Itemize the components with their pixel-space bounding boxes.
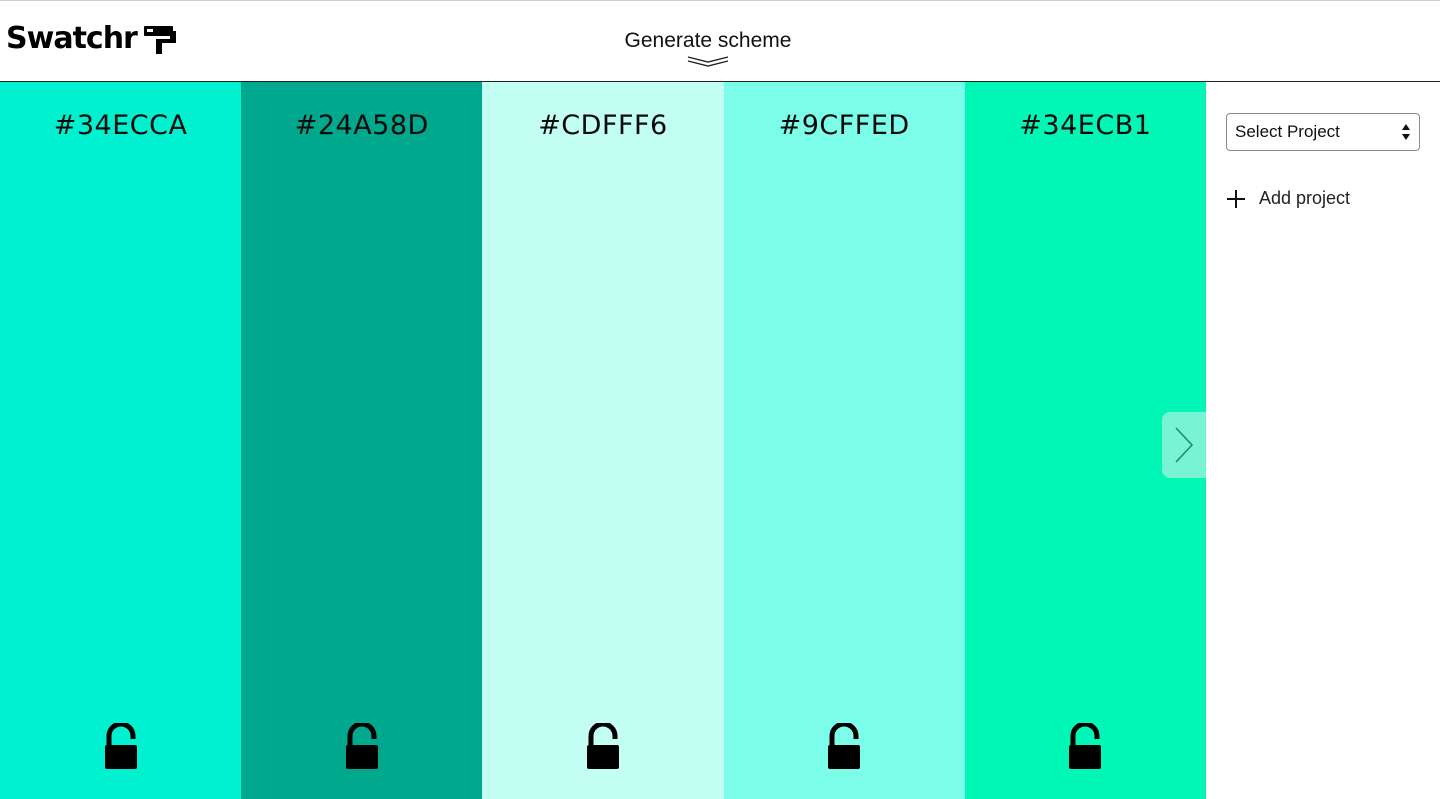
next-palette-button[interactable] <box>1162 412 1206 478</box>
unlocked-padlock-icon <box>104 723 137 769</box>
lock-toggle[interactable] <box>103 723 139 771</box>
add-project-label: Add project <box>1259 188 1351 208</box>
double-chevron-down-icon <box>687 56 729 67</box>
app-name: Swatchr <box>6 21 138 56</box>
paint-roller-icon <box>143 26 176 54</box>
unlocked-padlock-icon <box>586 723 619 769</box>
hex-code[interactable]: #34ECB1 <box>965 110 1206 141</box>
hex-code[interactable]: #9CFFED <box>724 110 965 141</box>
add-project-button[interactable]: Add project <box>1226 188 1350 209</box>
select-project-dropdown[interactable]: Select Project <box>1226 113 1420 151</box>
lock-toggle[interactable] <box>1067 723 1103 771</box>
generate-scheme-label: Generate scheme <box>624 29 792 52</box>
color-swatch[interactable]: #CDFFF6 <box>482 82 724 799</box>
hex-code[interactable]: #24A58D <box>241 110 482 141</box>
hex-code[interactable]: #CDFFF6 <box>482 110 723 141</box>
project-sidebar: Select Project Add project <box>1206 82 1440 799</box>
generate-scheme-button[interactable]: Generate scheme <box>560 29 856 67</box>
unlocked-padlock-icon <box>828 723 861 769</box>
lock-toggle[interactable] <box>585 723 621 771</box>
app-logo[interactable]: Swatchr <box>6 19 177 59</box>
unlocked-padlock-icon <box>345 723 378 769</box>
up-down-arrows-icon <box>1402 124 1410 140</box>
lock-toggle[interactable] <box>826 723 862 771</box>
color-swatch[interactable]: #24A58D <box>241 82 483 799</box>
hex-code[interactable]: #34ECCA <box>0 110 241 141</box>
chevron-right-icon <box>1175 427 1194 463</box>
color-swatch[interactable]: #9CFFED <box>723 82 965 799</box>
color-palette: #34ECCA #24A58D #CDFFF6 #9CFFED #34ECB1 <box>0 82 1206 799</box>
color-swatch[interactable]: #34ECCA <box>0 82 242 799</box>
unlocked-padlock-icon <box>1069 723 1102 769</box>
app-header: Swatchr Generate scheme <box>0 0 1440 82</box>
lock-toggle[interactable] <box>344 723 380 771</box>
select-project-label: Select Project <box>1235 122 1340 141</box>
plus-icon <box>1227 189 1245 208</box>
